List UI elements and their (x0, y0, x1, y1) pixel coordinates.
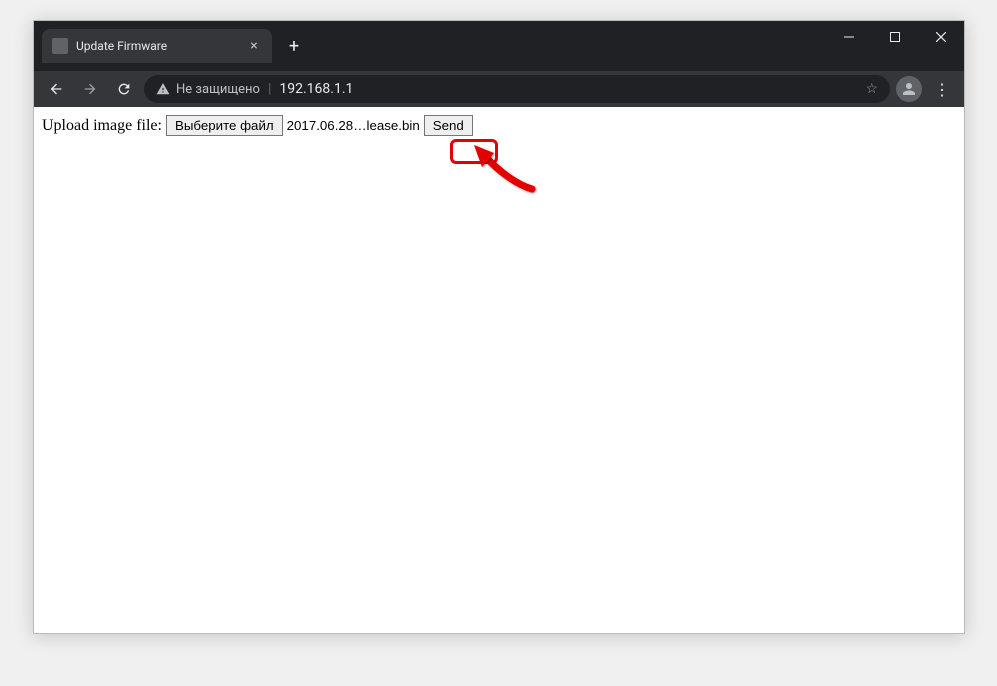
profile-avatar[interactable] (896, 76, 922, 102)
maximize-icon (890, 32, 900, 42)
arrow-left-icon (48, 81, 64, 97)
file-input[interactable]: Выберите файл 2017.06.28…lease.bin (166, 115, 420, 136)
page-content: Upload image file: Выберите файл 2017.06… (34, 107, 964, 633)
bookmark-button[interactable]: ☆ (865, 81, 878, 97)
window-controls (826, 21, 964, 53)
reload-button[interactable] (110, 75, 138, 103)
browser-window: Update Firmware × + (33, 20, 965, 634)
send-button[interactable]: Send (424, 115, 473, 136)
menu-button[interactable]: ⋮ (928, 75, 956, 103)
warning-icon (156, 82, 170, 96)
browser-toolbar: Не защищено | 192.168.1.1 ☆ ⋮ (34, 71, 964, 107)
titlebar: Update Firmware × + (34, 21, 964, 71)
new-tab-button[interactable]: + (280, 32, 308, 60)
reload-icon (116, 81, 132, 97)
tab-title: Update Firmware (76, 39, 167, 53)
minimize-icon (844, 32, 854, 42)
security-status: Не защищено (156, 82, 260, 97)
security-text: Не защищено (176, 82, 260, 97)
maximize-button[interactable] (872, 21, 918, 53)
selected-filename: 2017.06.28…lease.bin (287, 118, 420, 133)
upload-form: Upload image file: Выберите файл 2017.06… (42, 115, 956, 136)
address-separator: | (268, 81, 271, 97)
forward-button[interactable] (76, 75, 104, 103)
close-icon (936, 32, 946, 42)
user-icon (900, 80, 918, 98)
close-tab-icon[interactable]: × (246, 38, 262, 54)
browser-tab[interactable]: Update Firmware × (42, 29, 272, 63)
back-button[interactable] (42, 75, 70, 103)
address-bar[interactable]: Не защищено | 192.168.1.1 ☆ (144, 75, 890, 103)
favicon-icon (52, 38, 68, 54)
close-window-button[interactable] (918, 21, 964, 53)
minimize-button[interactable] (826, 21, 872, 53)
arrow-right-icon (82, 81, 98, 97)
url-text: 192.168.1.1 (279, 81, 353, 97)
upload-label: Upload image file: (42, 117, 162, 135)
choose-file-button[interactable]: Выберите файл (166, 115, 283, 136)
